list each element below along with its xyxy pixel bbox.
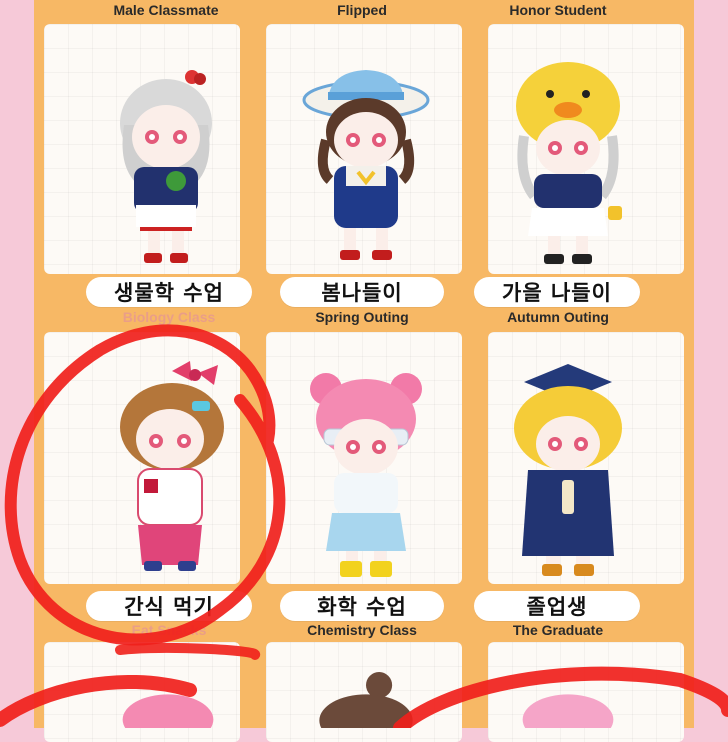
label-en-autumn: Autumn Outing [507,309,609,325]
label-ko-autumn: 가을 나들이 [474,277,640,307]
figure-row3-1-image [122,694,214,728]
top-label-1: Male Classmate [113,2,219,18]
label-en-snacks: Eat Snacks [131,622,207,638]
label-ko-biology: 생물학 수업 [86,277,252,307]
figure-chemistry-image [310,373,422,577]
figure-row3-2-image [319,672,413,728]
figure-row3-3-image [522,694,614,728]
label-ko-spring: 봄나들이 [280,277,444,307]
label-en-graduate: The Graduate [512,622,604,638]
top-label-2: Flipped [337,2,387,18]
figure-autumn-image [516,62,622,264]
figure-snacks-image [120,361,224,571]
label-en-spring: Spring Outing [315,309,409,325]
label-en-chemistry: Chemistry Class [307,622,417,638]
top-label-3: Honor Student [509,2,607,18]
figure-graduate-image [514,364,622,576]
figure-biology-image [120,70,212,263]
label-ko-snacks: 간식 먹기 [86,591,252,621]
label-en-biology: Biology Class [122,309,216,325]
figure-spring-image [302,70,430,260]
label-ko-chemistry: 화학 수업 [280,591,444,621]
label-ko-graduate: 졸업생 [474,591,640,621]
